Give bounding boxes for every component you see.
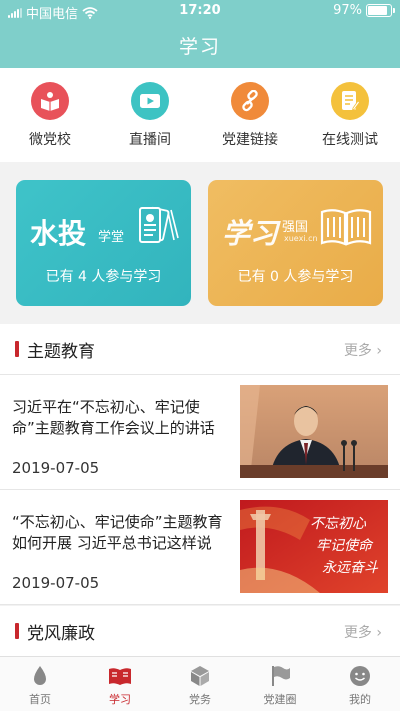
page-title: 学习: [178, 36, 221, 58]
quick-item-label: 直播间: [129, 132, 171, 148]
section-title: 主题教育: [27, 342, 95, 362]
status-bar: 中国电信 17:20 97%: [0, 0, 400, 22]
tab-label: 党务: [189, 693, 211, 706]
more-link[interactable]: 更多 ›: [344, 622, 382, 642]
thumb-slogan: 牢记使命: [316, 538, 374, 554]
test-icon: [331, 82, 369, 120]
card-logo-subtext: 学堂: [98, 230, 125, 245]
quick-menu: 微党校 直播间 党建链接 在线测试: [0, 68, 400, 162]
news-item[interactable]: 习近平在“不忘初心、牢记使命”主题教育工作会议上的讲话 2019-07-05: [0, 375, 400, 490]
chevron-right-icon: ›: [376, 343, 382, 359]
tab-label: 首页: [29, 693, 51, 706]
quick-item-party-link[interactable]: 党建链接: [200, 68, 300, 162]
card-participant-count: 已有 0 人参与学习: [237, 269, 354, 285]
battery-icon: [366, 4, 395, 17]
more-label: 更多: [343, 343, 372, 359]
chevron-right-icon: ›: [376, 625, 382, 641]
thumb-slogan: 永远奋斗: [322, 560, 379, 576]
news-item[interactable]: “不忘初心、牢记使命”主题教育如何开展 习近平总书记这样说 2019-07-05…: [0, 490, 400, 605]
home-icon: [0, 665, 80, 687]
card-logo-text: 学习: [222, 217, 279, 250]
quick-item-micro-school[interactable]: 微党校: [0, 68, 100, 162]
quick-item-label: 在线测试: [322, 132, 378, 148]
header: 中国电信 17:20 97% 学习: [0, 0, 400, 68]
tab-label: 党建圈: [263, 693, 297, 706]
section-accent-bar: [15, 341, 19, 357]
card-logo-subtext: 强国: [282, 220, 309, 235]
section-party-integrity-header: 党风廉政 更多 ›: [0, 606, 400, 657]
battery-fill: [368, 6, 388, 15]
tab-profile[interactable]: 我的: [320, 657, 400, 711]
tab-party-circle[interactable]: 党建圈: [240, 657, 320, 711]
party-affairs-icon: [160, 665, 240, 687]
more-label: 更多: [343, 625, 372, 641]
section-theme-education-header: 主题教育 更多 ›: [0, 324, 400, 375]
news-date: 2019-07-05: [12, 574, 100, 592]
section-accent-bar: [15, 623, 19, 639]
card-logo-url: xuexi.cn: [284, 234, 318, 243]
open-book-icon: [320, 209, 372, 246]
card-participant-count: 已有 4 人参与学习: [45, 269, 162, 285]
id-card-icon: [139, 206, 179, 243]
study-icon: [80, 665, 160, 687]
flag-icon: [240, 665, 320, 687]
tab-study[interactable]: 学习: [80, 657, 160, 711]
tab-home[interactable]: 首页: [0, 657, 80, 711]
card-xuexi-qiangguo[interactable]: 学习 强国 xuexi.cn 已有 0 人参与学习: [208, 180, 383, 306]
quick-item-online-test[interactable]: 在线测试: [300, 68, 400, 162]
card-logo-text: 水投: [30, 217, 87, 250]
profile-icon: [320, 665, 400, 687]
bottom-tab-bar: 首页 学习 党务 党建圈 我的: [0, 656, 400, 711]
thumb-slogan: 不忘初心: [310, 516, 367, 532]
link-icon: [231, 82, 269, 120]
news-thumbnail: [240, 385, 388, 478]
news-title: 习近平在“不忘初心、牢记使命”主题教育工作会议上的讲话: [12, 398, 215, 437]
quick-item-live-room[interactable]: 直播间: [100, 68, 200, 162]
banner-cards: 水投 学堂 已有 4 人参与学习 学习 强国 xuexi.cn 已有 0 人参与…: [0, 162, 400, 322]
tab-party-affairs[interactable]: 党务: [160, 657, 240, 711]
battery-percent: 97%: [333, 3, 362, 18]
news-title: “不忘初心、牢记使命”主题教育如何开展 习近平总书记这样说: [12, 513, 223, 552]
quick-item-label: 微党校: [29, 132, 71, 148]
tab-label: 我的: [349, 693, 371, 706]
news-date: 2019-07-05: [12, 459, 100, 477]
card-shuitou-study[interactable]: 水投 学堂 已有 4 人参与学习: [16, 180, 191, 306]
more-link[interactable]: 更多 ›: [344, 340, 382, 360]
book-icon: [31, 82, 69, 120]
video-icon: [131, 82, 169, 120]
news-thumbnail: 不忘初心 牢记使命 永远奋斗: [240, 500, 388, 593]
section-title: 党风廉政: [27, 624, 95, 644]
quick-item-label: 党建链接: [222, 132, 278, 148]
tab-label: 学习: [109, 693, 131, 706]
status-right: 97%: [333, 3, 395, 18]
